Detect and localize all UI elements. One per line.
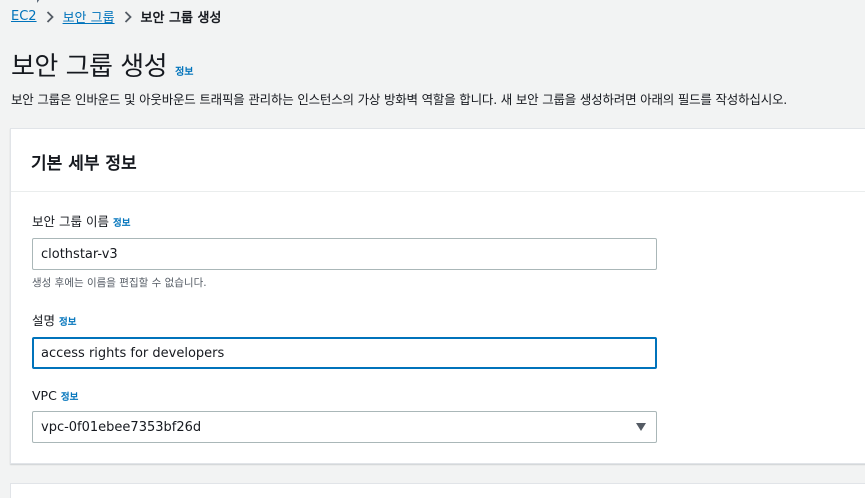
chevron-right-icon [115,10,141,23]
field-label-description: 설명 정보 [32,310,657,329]
breadcrumb-security-groups[interactable]: 보안 그룹 [63,7,115,26]
breadcrumb: EC2 보안 그룹 보안 그룹 생성 [11,7,221,26]
description-field: 설명 정보 [32,310,657,369]
field-label-name: 보안 그룹 이름 정보 [32,211,657,230]
basic-details-panel: 기본 세부 정보 보안 그룹 이름 정보 생성 후에는 이름을 편집할 수 없습… [10,128,865,464]
panel-title: 기본 세부 정보 [31,154,137,174]
security-group-name-field: 보안 그룹 이름 정보 생성 후에는 이름을 편집할 수 없습니다. [32,211,657,290]
field-label-vpc: VPC 정보 [32,388,657,403]
vpc-label: VPC [32,388,57,403]
breadcrumb-current: 보안 그룹 생성 [140,11,222,26]
vpc-field: VPC 정보 vpc-0f01ebee7353bf26d [32,388,657,443]
chevron-right-icon [37,10,63,23]
security-group-name-input[interactable] [32,238,657,270]
next-panel [10,483,865,498]
name-label: 보안 그룹 이름 [32,214,109,229]
page: EC2 보안 그룹 보안 그룹 생성 보안 그룹 생성 정보 보안 그룹은 인바… [0,0,865,498]
vpc-select[interactable]: vpc-0f01ebee7353bf26d [32,411,657,443]
title-row: 보안 그룹 생성 정보 [11,46,193,83]
page-title: 보안 그룹 생성 [11,52,168,82]
vpc-info-link[interactable]: 정보 [61,389,78,403]
breadcrumb-ec2[interactable]: EC2 [11,9,37,24]
panel-header: 기본 세부 정보 [11,129,865,192]
page-info-link[interactable]: 정보 [175,63,193,78]
description-label: 설명 [32,313,56,328]
description-info-link[interactable]: 정보 [59,314,76,328]
caret-down-icon [636,423,646,431]
description-input[interactable] [32,337,657,369]
name-info-link[interactable]: 정보 [113,215,130,229]
notification-icon[interactable] [34,0,46,4]
page-description: 보안 그룹은 인바운드 및 아웃바운드 트래픽을 관리하는 인스턴스의 가상 방… [11,92,788,107]
vpc-selected-value: vpc-0f01ebee7353bf26d [41,419,202,435]
name-hint: 생성 후에는 이름을 편집할 수 없습니다. [32,277,207,289]
